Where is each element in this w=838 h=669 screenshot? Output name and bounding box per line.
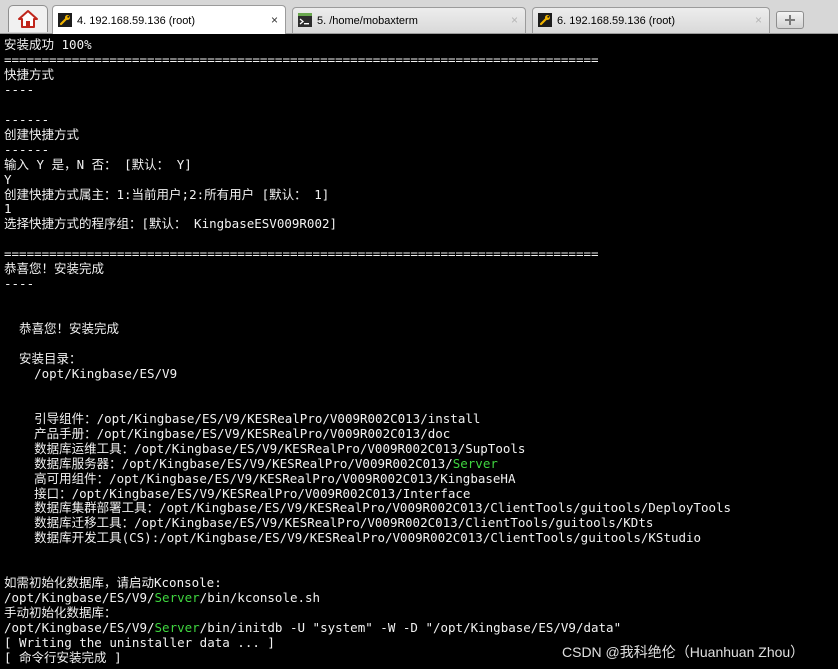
- terminal-line: 高可用组件：/opt/Kingbase/ES/V9/KESRealPro/V00…: [4, 470, 516, 486]
- highlighted-path-segment: Server: [154, 620, 200, 636]
- wrench-icon: [538, 13, 552, 27]
- terminal-line: 1: [4, 201, 12, 216]
- terminal-text: 安装成功 100%: [4, 37, 92, 52]
- terminal-line: 输入 Y 是，N 否： [默认： Y]: [4, 157, 192, 172]
- terminal-text: [ Writing the uninstaller data ... ]: [4, 635, 275, 650]
- new-tab-button[interactable]: [776, 11, 804, 29]
- terminal-text: 接口：/opt/Kingbase/ES/V9/KESRealPro/V009R0…: [4, 485, 471, 501]
- csdn-watermark: CSDN @我科绝伦（Huanhuan Zhou）: [562, 644, 805, 660]
- terminal-text: 快捷方式: [4, 66, 55, 82]
- terminal-text: 输入 Y 是，N 否： [默认： Y]: [4, 156, 192, 172]
- terminal-text: 数据库服务器：/opt/Kingbase/ES/V9/KESRealPro/V0…: [4, 455, 453, 471]
- terminal-text: ========================================…: [4, 51, 599, 67]
- terminal-line: 数据库运维工具：/opt/Kingbase/ES/V9/KESRealPro/V…: [4, 441, 525, 456]
- terminal-text: 引导组件：/opt/Kingbase/ES/V9/KESRealPro/V009…: [4, 410, 481, 426]
- terminal-text: 产品手册：/opt/Kingbase/ES/V9/KESRealPro/V009…: [4, 425, 451, 441]
- terminal-line: ----: [4, 276, 34, 291]
- highlighted-path-segment: Server: [452, 455, 498, 471]
- terminal-line: 数据库开发工具(CS):/opt/Kingbase/ES/V9/KESRealP…: [4, 530, 701, 545]
- terminal-line: ----: [4, 82, 34, 97]
- terminal-text: 恭喜您！安装完成: [4, 261, 105, 277]
- terminal-line: ========================================…: [4, 52, 599, 67]
- terminal-text: ------: [4, 111, 50, 127]
- terminal-line: 安装目录：: [4, 351, 82, 366]
- tab-close-button[interactable]: ×: [511, 13, 518, 27]
- highlighted-path-segment: Server: [154, 590, 200, 606]
- terminal-text: 安装目录：: [4, 350, 82, 366]
- tab-session-4[interactable]: 4. 192.168.59.136 (root) ×: [52, 5, 286, 34]
- terminal-text: 恭喜您！安装完成: [4, 321, 120, 337]
- terminal-line: ------: [4, 142, 49, 157]
- terminal-line: ========================================…: [4, 246, 599, 261]
- terminal-text: 如需初始化数据库，请启动Kconsole:: [4, 575, 222, 591]
- terminal-line: 接口：/opt/Kingbase/ES/V9/KESRealPro/V009R0…: [4, 486, 470, 501]
- terminal-line: [ Writing the uninstaller data ... ]: [4, 635, 275, 650]
- terminal-line: 选择快捷方式的程序组：[默认： KingbaseESV009R002]: [4, 216, 337, 231]
- terminal-line: 产品手册：/opt/Kingbase/ES/V9/KESRealPro/V009…: [4, 426, 450, 441]
- terminal-text: 选择快捷方式的程序组：[默认： KingbaseESV009R002]: [4, 216, 338, 232]
- terminal-text: ------: [4, 141, 50, 157]
- terminal-text: 创建快捷方式: [4, 126, 80, 142]
- wrench-icon: [58, 13, 72, 27]
- tab-session-6[interactable]: 6. 192.168.59.136 (root) ×: [532, 7, 770, 33]
- terminal-text: 1: [4, 201, 12, 217]
- terminal-text: /opt/Kingbase/ES/V9/: [4, 620, 155, 636]
- terminal-line: 引导组件：/opt/Kingbase/ES/V9/KESRealPro/V009…: [4, 411, 480, 426]
- home-button[interactable]: [8, 5, 48, 32]
- terminal-text: /opt/Kingbase/ES/V9: [4, 365, 178, 381]
- terminal-line: /opt/Kingbase/ES/V9/Server/bin/initdb -U…: [4, 620, 621, 635]
- terminal-line: 安装成功 100%: [4, 37, 92, 52]
- terminal-text: Y: [4, 171, 12, 187]
- terminal-line: 数据库迁移工具：/opt/Kingbase/ES/V9/KESRealPro/V…: [4, 515, 653, 530]
- tab-label: 6. 192.168.59.136 (root): [557, 15, 676, 27]
- terminal-line: Y: [4, 172, 12, 187]
- terminal-line: 创建快捷方式: [4, 127, 79, 142]
- tab-label: 4. 192.168.59.136 (root): [77, 15, 196, 27]
- terminal-output[interactable]: 安装成功 100% ===============================…: [0, 34, 838, 669]
- terminal-text: 数据库运维工具：/opt/Kingbase/ES/V9/KESRealPro/V…: [4, 440, 526, 456]
- terminal-line: 数据库集群部署工具：/opt/Kingbase/ES/V9/KESRealPro…: [4, 500, 731, 515]
- tab-close-button[interactable]: ×: [271, 13, 278, 27]
- terminal-line: 数据库服务器：/opt/Kingbase/ES/V9/KESRealPro/V0…: [4, 456, 498, 471]
- terminal-text: 数据库迁移工具：/opt/Kingbase/ES/V9/KESRealPro/V…: [4, 515, 654, 531]
- terminal-line: /opt/Kingbase/ES/V9: [4, 366, 177, 381]
- terminal-line: ------: [4, 112, 49, 127]
- terminal-line: 创建快捷方式属主：1:当前用户;2:所有用户 [默认： 1]: [4, 187, 329, 202]
- terminal-text: 数据库集群部署工具：/opt/Kingbase/ES/V9/KESRealPro…: [4, 500, 732, 516]
- terminal-line: 快捷方式: [4, 67, 54, 82]
- terminal-icon: [298, 13, 312, 27]
- terminal-line: [ 命令行安装完成 ]: [4, 650, 122, 665]
- terminal-line: /opt/Kingbase/ES/V9/Server/bin/kconsole.…: [4, 590, 320, 605]
- tab-bar: 4. 192.168.59.136 (root) × 5. /home/moba…: [0, 0, 838, 34]
- plus-icon: [785, 15, 795, 25]
- terminal-line: 如需初始化数据库，请启动Kconsole:: [4, 575, 222, 590]
- tab-session-5[interactable]: 5. /home/mobaxterm ×: [292, 7, 526, 33]
- terminal-text: ----: [4, 81, 35, 97]
- home-icon: [18, 10, 38, 28]
- terminal-text: 手动初始化数据库：: [4, 605, 117, 621]
- tab-close-button[interactable]: ×: [755, 13, 762, 27]
- tab-label: 5. /home/mobaxterm: [317, 15, 418, 27]
- terminal-text: 数据库开发工具(CS):/opt/Kingbase/ES/V9/KESRealP…: [4, 530, 702, 546]
- terminal-text: /bin/initdb -U "system" -W -D "/opt/King…: [199, 620, 622, 636]
- terminal-line: 恭喜您！安装完成: [4, 321, 119, 336]
- terminal-line: 手动初始化数据库：: [4, 605, 117, 620]
- terminal-text: [ 命令行安装完成 ]: [4, 649, 122, 665]
- terminal-text: /bin/kconsole.sh: [199, 590, 321, 606]
- terminal-text: ----: [4, 276, 35, 292]
- terminal-text: /opt/Kingbase/ES/V9/: [4, 590, 155, 606]
- terminal-line: 恭喜您！安装完成: [4, 261, 104, 276]
- terminal-text: 创建快捷方式属主：1:当前用户;2:所有用户 [默认： 1]: [4, 186, 330, 202]
- terminal-text: 高可用组件：/opt/Kingbase/ES/V9/KESRealPro/V00…: [4, 470, 516, 486]
- terminal-text: ========================================…: [4, 246, 599, 262]
